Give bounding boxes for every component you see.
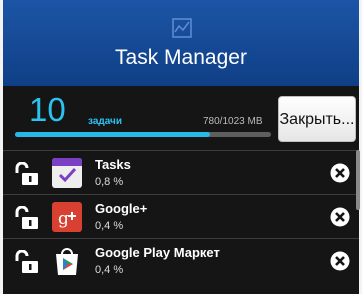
unlock-icon[interactable] bbox=[13, 250, 39, 274]
app-title: Task Manager bbox=[115, 46, 247, 69]
close-circle-icon[interactable] bbox=[330, 251, 350, 271]
memory-bar bbox=[15, 132, 271, 137]
tasks-app-icon bbox=[52, 158, 82, 188]
unlock-icon[interactable] bbox=[13, 206, 39, 230]
memory-bar-fill bbox=[15, 132, 211, 137]
close-circle-icon[interactable] bbox=[330, 163, 350, 183]
task-manager-widget: Task Manager 10 задачи 780/1023 MB Закры… bbox=[3, 0, 359, 294]
app-name: Google Play Маркет bbox=[95, 245, 220, 260]
app-usage: 0,4 % bbox=[95, 220, 124, 232]
task-count: 10 bbox=[29, 91, 66, 128]
list-item[interactable]: Google Play Маркет 0,4 % bbox=[3, 238, 359, 282]
task-count-label: задачи bbox=[88, 116, 123, 127]
app-name: Google+ bbox=[95, 201, 148, 216]
close-all-button[interactable]: Закрыть... bbox=[278, 96, 356, 142]
google-plus-app-icon: g bbox=[52, 202, 82, 232]
list-item[interactable]: Tasks 0,8 % bbox=[3, 150, 359, 194]
app-name: Tasks bbox=[95, 157, 131, 172]
close-circle-icon[interactable] bbox=[330, 207, 350, 227]
header: Task Manager bbox=[3, 0, 359, 86]
svg-text:g: g bbox=[58, 209, 69, 229]
app-usage: 0,4 % bbox=[95, 264, 124, 276]
list-item[interactable]: g Google+ 0,4 % bbox=[3, 194, 359, 238]
app-list: Tasks 0,8 % g Google+ 0,4 % Google Play … bbox=[3, 150, 359, 282]
google-play-app-icon bbox=[56, 248, 78, 275]
chart-logo-icon bbox=[172, 18, 192, 38]
app-usage: 0,8 % bbox=[95, 176, 124, 188]
memory-usage: 780/1023 MB bbox=[203, 116, 263, 127]
unlock-icon[interactable] bbox=[13, 162, 39, 186]
scrollbar[interactable] bbox=[356, 150, 360, 210]
